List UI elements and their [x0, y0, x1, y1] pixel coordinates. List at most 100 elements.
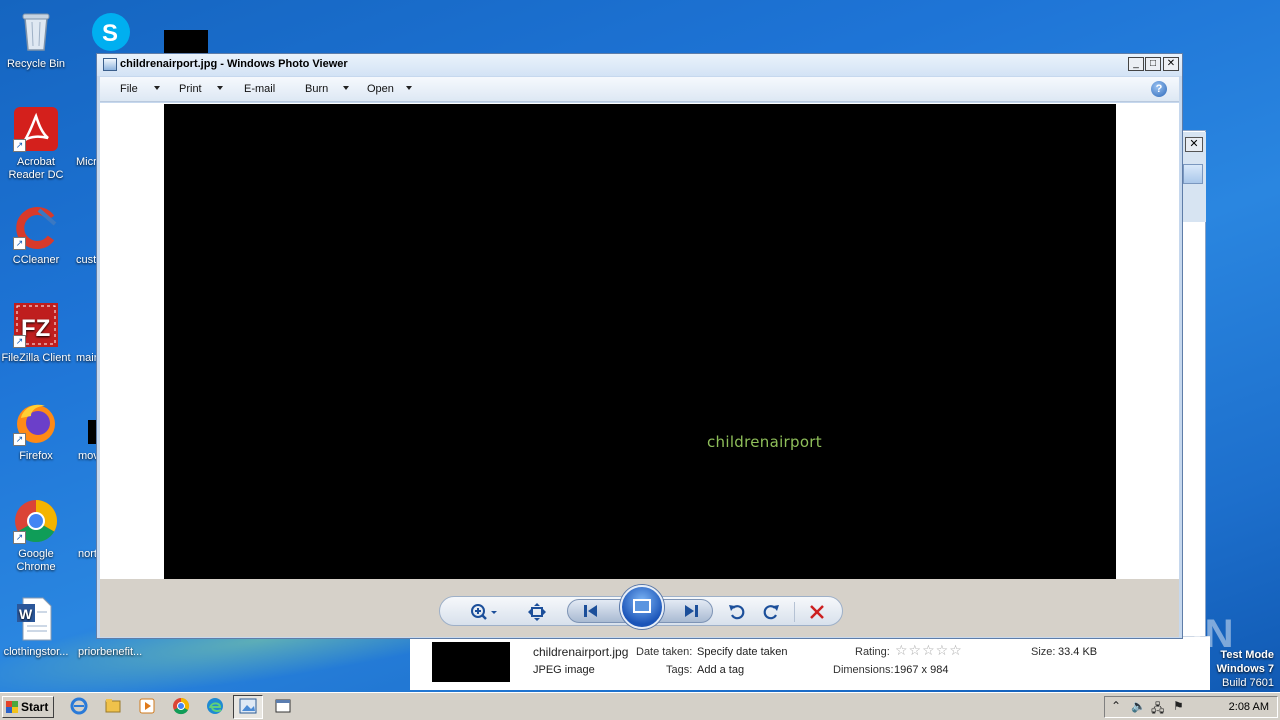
- tags-label: Tags:: [666, 664, 693, 676]
- photo-viewer-window[interactable]: childrenairport.jpg - Windows Photo View…: [96, 53, 1183, 639]
- file-name: childrenairport.jpg: [533, 645, 629, 659]
- svg-text:S: S: [102, 20, 118, 47]
- recycle-bin-icon: [13, 8, 59, 54]
- divider: [794, 602, 795, 622]
- tags-value[interactable]: Add a tag: [697, 664, 744, 676]
- actual-size-icon[interactable]: [526, 602, 548, 622]
- shortcut-arrow-icon: ↗: [13, 237, 26, 250]
- desktop-icon-label-partial[interactable]: mair: [76, 352, 97, 364]
- delete-icon[interactable]: [806, 602, 828, 622]
- network-icon[interactable]: 🖧: [1151, 699, 1164, 720]
- slideshow-button[interactable]: [620, 585, 664, 629]
- dimensions-value: 1967 x 984: [894, 664, 949, 676]
- zoom-icon[interactable]: [468, 602, 500, 622]
- start-button[interactable]: Start: [2, 696, 54, 718]
- command-bar: File Print E-mail Burn Open ?: [100, 77, 1179, 102]
- displayed-image: childrenairport: [164, 104, 1116, 580]
- skype-icon: S: [92, 13, 130, 51]
- photo-viewer-icon: [239, 698, 257, 714]
- desktop-icon-label-partial[interactable]: Micr: [76, 156, 97, 168]
- desktop-icon-label: Acrobat Reader DC: [8, 156, 64, 181]
- file-thumbnail: [432, 642, 510, 682]
- desktop-icon-ccleaner[interactable]: ↗ CCleaner: [0, 204, 74, 267]
- close-button[interactable]: ✕: [1163, 57, 1179, 71]
- next-icon[interactable]: [680, 601, 702, 621]
- desktop-icon-label-partial[interactable]: priorbenefit...: [78, 646, 142, 658]
- menu-print[interactable]: Print: [179, 83, 202, 95]
- title-bar[interactable]: childrenairport.jpg - Windows Photo View…: [97, 54, 1182, 76]
- photo-viewer-app-icon: [103, 58, 117, 71]
- desktop-black-thumbnail[interactable]: [164, 30, 208, 54]
- file-type: JPEG image: [533, 664, 595, 676]
- chrome-icon[interactable]: [170, 697, 192, 717]
- search-icon[interactable]: [1183, 164, 1203, 184]
- slideshow-icon: [633, 599, 651, 613]
- menu-file[interactable]: File: [120, 83, 138, 95]
- desktop-icon-label: Firefox: [19, 450, 53, 462]
- test-mode-line2: Windows 7: [1216, 663, 1274, 675]
- desktop-icon-filezilla[interactable]: FZ ↗ FileZilla Client: [0, 302, 74, 365]
- rotate-clockwise-icon[interactable]: [760, 602, 782, 622]
- desktop-icon-acrobat[interactable]: ↗ Acrobat Reader DC: [0, 106, 74, 182]
- taskbar-photo-viewer[interactable]: [233, 695, 263, 719]
- internet-explorer-icon[interactable]: [68, 697, 90, 717]
- chevron-down-icon[interactable]: [343, 86, 349, 90]
- rating-label: Rating:: [855, 646, 890, 658]
- background-window-close-button[interactable]: ✕: [1185, 137, 1203, 152]
- acrobat-icon: ↗: [13, 106, 59, 152]
- window-title: childrenairport.jpg - Windows Photo View…: [120, 58, 348, 70]
- desktop-icon-label: CCleaner: [12, 254, 60, 266]
- image-viewport[interactable]: childrenairport: [100, 103, 1179, 580]
- desktop-icon-firefox[interactable]: ↗ Firefox: [0, 400, 74, 463]
- start-label: Start: [21, 700, 49, 714]
- menu-burn[interactable]: Burn: [305, 83, 328, 95]
- app-window-icon[interactable]: [272, 697, 294, 717]
- shortcut-arrow-icon: ↗: [13, 531, 26, 544]
- show-hidden-icons-icon[interactable]: ⌃: [1111, 699, 1121, 713]
- desktop-icon-chrome[interactable]: ↗ Google Chrome: [0, 498, 74, 574]
- media-player-icon[interactable]: [136, 697, 158, 717]
- shortcut-arrow-icon: ↗: [13, 433, 26, 446]
- date-taken-value[interactable]: Specify date taken: [697, 646, 788, 658]
- menu-email[interactable]: E-mail: [244, 83, 275, 95]
- ccleaner-icon: ↗: [13, 204, 59, 250]
- control-pill: [439, 585, 843, 629]
- shortcut-arrow-icon: ↗: [13, 335, 26, 348]
- minimize-button[interactable]: _: [1128, 57, 1144, 71]
- shortcut-arrow-icon: ↗: [13, 139, 26, 152]
- chevron-down-icon[interactable]: [154, 86, 160, 90]
- desktop-icon-label: FileZilla Client: [1, 352, 71, 364]
- chrome-icon: ↗: [13, 498, 59, 544]
- previous-icon[interactable]: [580, 601, 602, 621]
- firefox-icon: ↗: [13, 400, 59, 446]
- volume-icon[interactable]: 🔈: [1131, 699, 1146, 713]
- playback-control-bar: [100, 579, 1179, 637]
- desktop-icon-label-partial[interactable]: cust: [76, 254, 96, 266]
- chevron-down-icon[interactable]: [406, 86, 412, 90]
- desktop-icon-label-partial[interactable]: nort: [78, 548, 97, 560]
- dimensions-label: Dimensions:: [833, 664, 894, 676]
- image-caption-text: childrenairport: [707, 433, 822, 451]
- rating-stars[interactable]: ☆☆☆☆☆: [895, 642, 963, 659]
- menu-open[interactable]: Open: [367, 83, 394, 95]
- help-icon[interactable]: ?: [1151, 81, 1167, 97]
- rotate-counterclockwise-icon[interactable]: [726, 602, 748, 622]
- file-explorer-icon[interactable]: [102, 697, 124, 717]
- taskbar: Start ⌃ 🔈 🖧 ⚑ 2:08 AM: [0, 692, 1280, 720]
- maximize-button[interactable]: □: [1145, 57, 1161, 71]
- test-mode-line3: Build 7601: [1222, 677, 1274, 689]
- edge-icon[interactable]: [204, 697, 226, 717]
- date-taken-label: Date taken:: [636, 646, 693, 658]
- desktop-icon-recycle-bin[interactable]: Recycle Bin: [0, 8, 74, 71]
- desktop-icon-skype[interactable]: S: [88, 10, 134, 56]
- action-center-flag-icon[interactable]: ⚑: [1173, 699, 1184, 713]
- desktop-icon-word-doc[interactable]: W clothingstor...: [0, 596, 74, 659]
- svg-text:W: W: [19, 606, 33, 622]
- desktop-icon-label: Google Chrome: [16, 548, 56, 573]
- system-tray: ⌃ 🔈 🖧 ⚑ 2:08 AM: [1104, 696, 1278, 718]
- clock[interactable]: 2:08 AM: [1229, 701, 1269, 713]
- word-doc-icon: W: [13, 596, 59, 642]
- chevron-down-icon[interactable]: [217, 86, 223, 90]
- test-mode-notice: Test Mode Windows 7 Build 7601: [1217, 648, 1274, 690]
- filezilla-icon: FZ ↗: [13, 302, 59, 348]
